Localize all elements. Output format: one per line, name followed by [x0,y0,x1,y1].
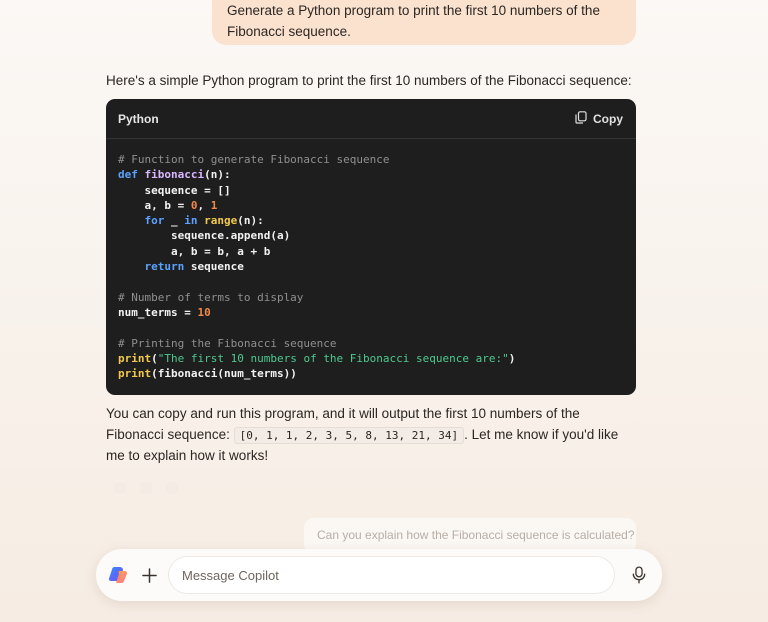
copy-label: Copy [593,111,623,126]
message-input[interactable] [169,557,614,593]
microphone-button[interactable] [626,562,652,588]
code-builtin: range [204,214,238,228]
code-number: 1 [210,198,218,212]
code-builtin: print [118,367,152,381]
code-keyword: return [144,260,185,274]
code-comment: # Printing the Fibonacci sequence [118,336,337,350]
code-text: _ [164,214,185,228]
code-text: ) [508,351,516,365]
assistant-intro-text: Here's a simple Python program to print … [106,73,632,88]
faint-action-icon [114,482,126,494]
user-message-line-1: Generate a Python program to print the f… [227,3,600,18]
code-comment: # Function to generate Fibonacci sequenc… [118,153,390,166]
code-keyword: in [184,214,198,228]
copy-icon [575,110,587,127]
plus-icon [141,567,157,583]
code-text: sequence = [] [144,183,231,197]
code-string: "The first 10 numbers of the Fibonacci s… [157,351,509,365]
code-text: a, b = [144,198,191,212]
code-text: (n): [237,214,264,228]
code-block: Python Copy # Function to generate Fibon… [106,99,636,395]
code-keyword: def [118,168,138,182]
assistant-outro-text: You can copy and run this program, and i… [106,404,636,467]
code-builtin: print [118,351,152,365]
code-comment: # Number of terms to display [118,290,304,304]
code-text: a, b = b, a + b [170,244,271,258]
code-text: (fibonacci(num_terms)) [151,367,297,381]
code-content: # Function to generate Fibonacci sequenc… [106,139,636,381]
faint-action-icon [140,482,152,494]
code-text: , [197,198,211,212]
message-actions-faint [114,482,178,494]
copilot-logo-icon[interactable] [108,565,128,585]
code-language-label: Python [118,111,159,126]
copy-code-button[interactable]: Copy [575,110,623,127]
code-number: 10 [197,305,211,319]
code-keyword: for [144,214,165,228]
code-function-name: fibonacci [144,168,205,182]
user-message-bubble: Generate a Python program to print the f… [212,0,636,45]
message-composer [96,549,662,601]
code-text: sequence [184,260,244,274]
faint-action-icon [166,482,178,494]
add-attachment-button[interactable] [137,563,161,587]
microphone-icon [632,566,646,584]
code-text: (n): [204,168,231,182]
code-text: sequence.append(a) [170,229,291,243]
user-message-line-2: Fibonacci sequence. [227,24,351,39]
inline-code-output: [0, 1, 1, 2, 3, 5, 8, 13, 21, 34] [233,426,465,444]
code-text: ( [151,351,158,365]
code-block-header: Python Copy [106,99,636,139]
code-text: num_terms = [118,305,198,319]
